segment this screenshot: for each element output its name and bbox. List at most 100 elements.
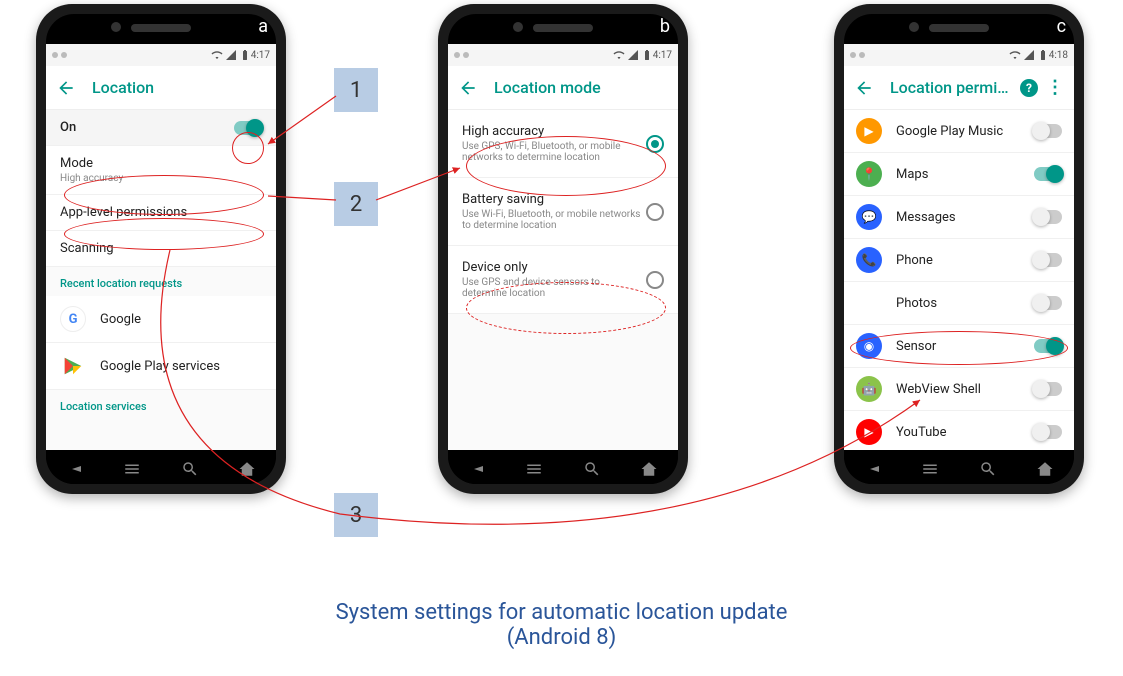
app-icon: 📞 <box>856 247 882 273</box>
scanning-row[interactable]: Scanning <box>46 231 276 267</box>
wifi-icon <box>211 49 223 61</box>
clock: 4:17 <box>251 50 270 61</box>
scanning-title: Scanning <box>60 241 262 256</box>
mode-row[interactable]: Mode High accuracy <box>46 146 276 195</box>
home-nav-icon[interactable] <box>238 460 256 478</box>
battery-icon <box>1037 49 1049 61</box>
home-nav-icon[interactable] <box>640 460 658 478</box>
signal-icon <box>225 49 237 61</box>
opt2-sub: Use GPS and device sensors to determine … <box>462 277 646 299</box>
speaker <box>929 24 989 32</box>
app-row-6[interactable]: 🤖WebView Shell <box>844 368 1074 411</box>
recent-play-title: Google Play services <box>100 359 262 374</box>
phone-label-b: b <box>660 16 670 37</box>
mode-title: Mode <box>60 156 262 171</box>
opt1-title: Battery saving <box>462 192 646 207</box>
wifi-icon <box>613 49 625 61</box>
camera <box>513 22 523 32</box>
more-icon[interactable]: ⋮ <box>1046 77 1064 98</box>
search-nav-icon[interactable] <box>583 460 601 478</box>
phone-b: b 4:17 Location mode High accuracy Use G… <box>438 4 688 494</box>
app-icon: 💬 <box>856 204 882 230</box>
app-icon: ▶ <box>856 118 882 144</box>
app-switch[interactable] <box>1034 124 1062 138</box>
app-switch[interactable] <box>1034 210 1062 224</box>
location-toggle-row[interactable]: On <box>46 110 276 146</box>
app-title: Phone <box>896 253 1034 268</box>
app-permissions-title: App-level permissions <box>60 205 262 220</box>
camera <box>111 22 121 32</box>
opt0-title: High accuracy <box>462 124 646 139</box>
app-bar: Location <box>46 66 276 110</box>
recent-play-services[interactable]: Google Play services <box>46 343 276 390</box>
google-icon: G <box>60 306 86 332</box>
app-permissions-row[interactable]: App-level permissions <box>46 195 276 231</box>
phone-label-a: a <box>258 16 268 37</box>
app-icon: 📍 <box>856 161 882 187</box>
app-row-0[interactable]: ▶Google Play Music <box>844 110 1074 153</box>
high-accuracy-row[interactable]: High accuracy Use GPS, Wi-Fi, Bluetooth,… <box>448 110 678 178</box>
apps-list: ▶Google Play Music📍Maps 💬 Messages 📞 Phone ✦P… <box>844 110 1074 450</box>
app-row-4[interactable]: ✦Photos <box>844 282 1074 325</box>
app-row-3[interactable]: 📞 Phone <box>844 239 1074 282</box>
app-row-7[interactable]: ▶ YouTube <box>844 411 1074 450</box>
radio-device-only[interactable] <box>646 271 664 289</box>
speaker <box>533 24 593 32</box>
phone-label-c: c <box>1057 16 1066 37</box>
app-icon: ▶ <box>856 419 882 445</box>
battery-icon <box>641 49 653 61</box>
page-title: Location permi… <box>890 78 1020 97</box>
radio-battery-saving[interactable] <box>646 203 664 221</box>
caption-line1: System settings for automatic location u… <box>0 600 1123 625</box>
section-recent: Recent location requests <box>46 267 276 296</box>
app-icon: ✦ <box>856 290 882 316</box>
page-title: Location mode <box>494 78 668 97</box>
menu-nav-icon[interactable] <box>921 460 939 478</box>
battery-icon <box>239 49 251 61</box>
help-icon[interactable]: ? <box>1020 79 1038 97</box>
app-switch[interactable] <box>1034 253 1062 267</box>
app-switch[interactable] <box>1034 425 1062 439</box>
signal-icon <box>1023 49 1035 61</box>
opt2-title: Device only <box>462 260 646 275</box>
app-switch[interactable] <box>1034 167 1062 181</box>
device-only-row[interactable]: Device only Use GPS and device sensors t… <box>448 246 678 314</box>
phone-c: c 4:18 Location permi… ? ⋮ ▶Google Play … <box>834 4 1084 494</box>
back-nav-icon[interactable] <box>66 460 84 478</box>
mode-sub: High accuracy <box>60 173 262 184</box>
back-icon[interactable] <box>854 78 874 98</box>
back-nav-icon[interactable] <box>468 460 486 478</box>
app-title: Messages <box>896 210 1034 225</box>
app-row-5[interactable]: ◉Sensor <box>844 325 1074 368</box>
app-switch[interactable] <box>1034 382 1062 396</box>
app-switch[interactable] <box>1034 296 1062 310</box>
wifi-icon <box>1009 49 1021 61</box>
home-nav-icon[interactable] <box>1036 460 1054 478</box>
back-nav-icon[interactable] <box>864 460 882 478</box>
menu-nav-icon[interactable] <box>525 460 543 478</box>
screen: High accuracy Use GPS, Wi-Fi, Bluetooth,… <box>448 110 678 450</box>
recent-google[interactable]: G Google <box>46 296 276 343</box>
page-title: Location <box>92 78 266 97</box>
clock: 4:17 <box>653 50 672 61</box>
app-title: YouTube <box>896 425 1034 440</box>
caption-line2: (Android 8) <box>0 625 1123 650</box>
app-title: Sensor <box>896 339 1034 354</box>
app-row-2[interactable]: 💬 Messages <box>844 196 1074 239</box>
search-nav-icon[interactable] <box>979 460 997 478</box>
nav-bar <box>844 450 1074 484</box>
location-switch[interactable] <box>234 121 262 135</box>
radio-high-accuracy[interactable] <box>646 135 664 153</box>
step-badge-3: 3 <box>334 493 378 537</box>
app-switch[interactable] <box>1034 339 1062 353</box>
status-bar: 4:17 <box>46 44 276 66</box>
menu-nav-icon[interactable] <box>123 460 141 478</box>
back-icon[interactable] <box>458 78 478 98</box>
status-bar: 4:18 <box>844 44 1074 66</box>
back-icon[interactable] <box>56 78 76 98</box>
search-nav-icon[interactable] <box>181 460 199 478</box>
app-title: WebView Shell <box>896 382 1034 397</box>
app-row-1[interactable]: 📍Maps <box>844 153 1074 196</box>
battery-saving-row[interactable]: Battery saving Use Wi-Fi, Bluetooth, or … <box>448 178 678 246</box>
section-services: Location services <box>46 390 276 419</box>
